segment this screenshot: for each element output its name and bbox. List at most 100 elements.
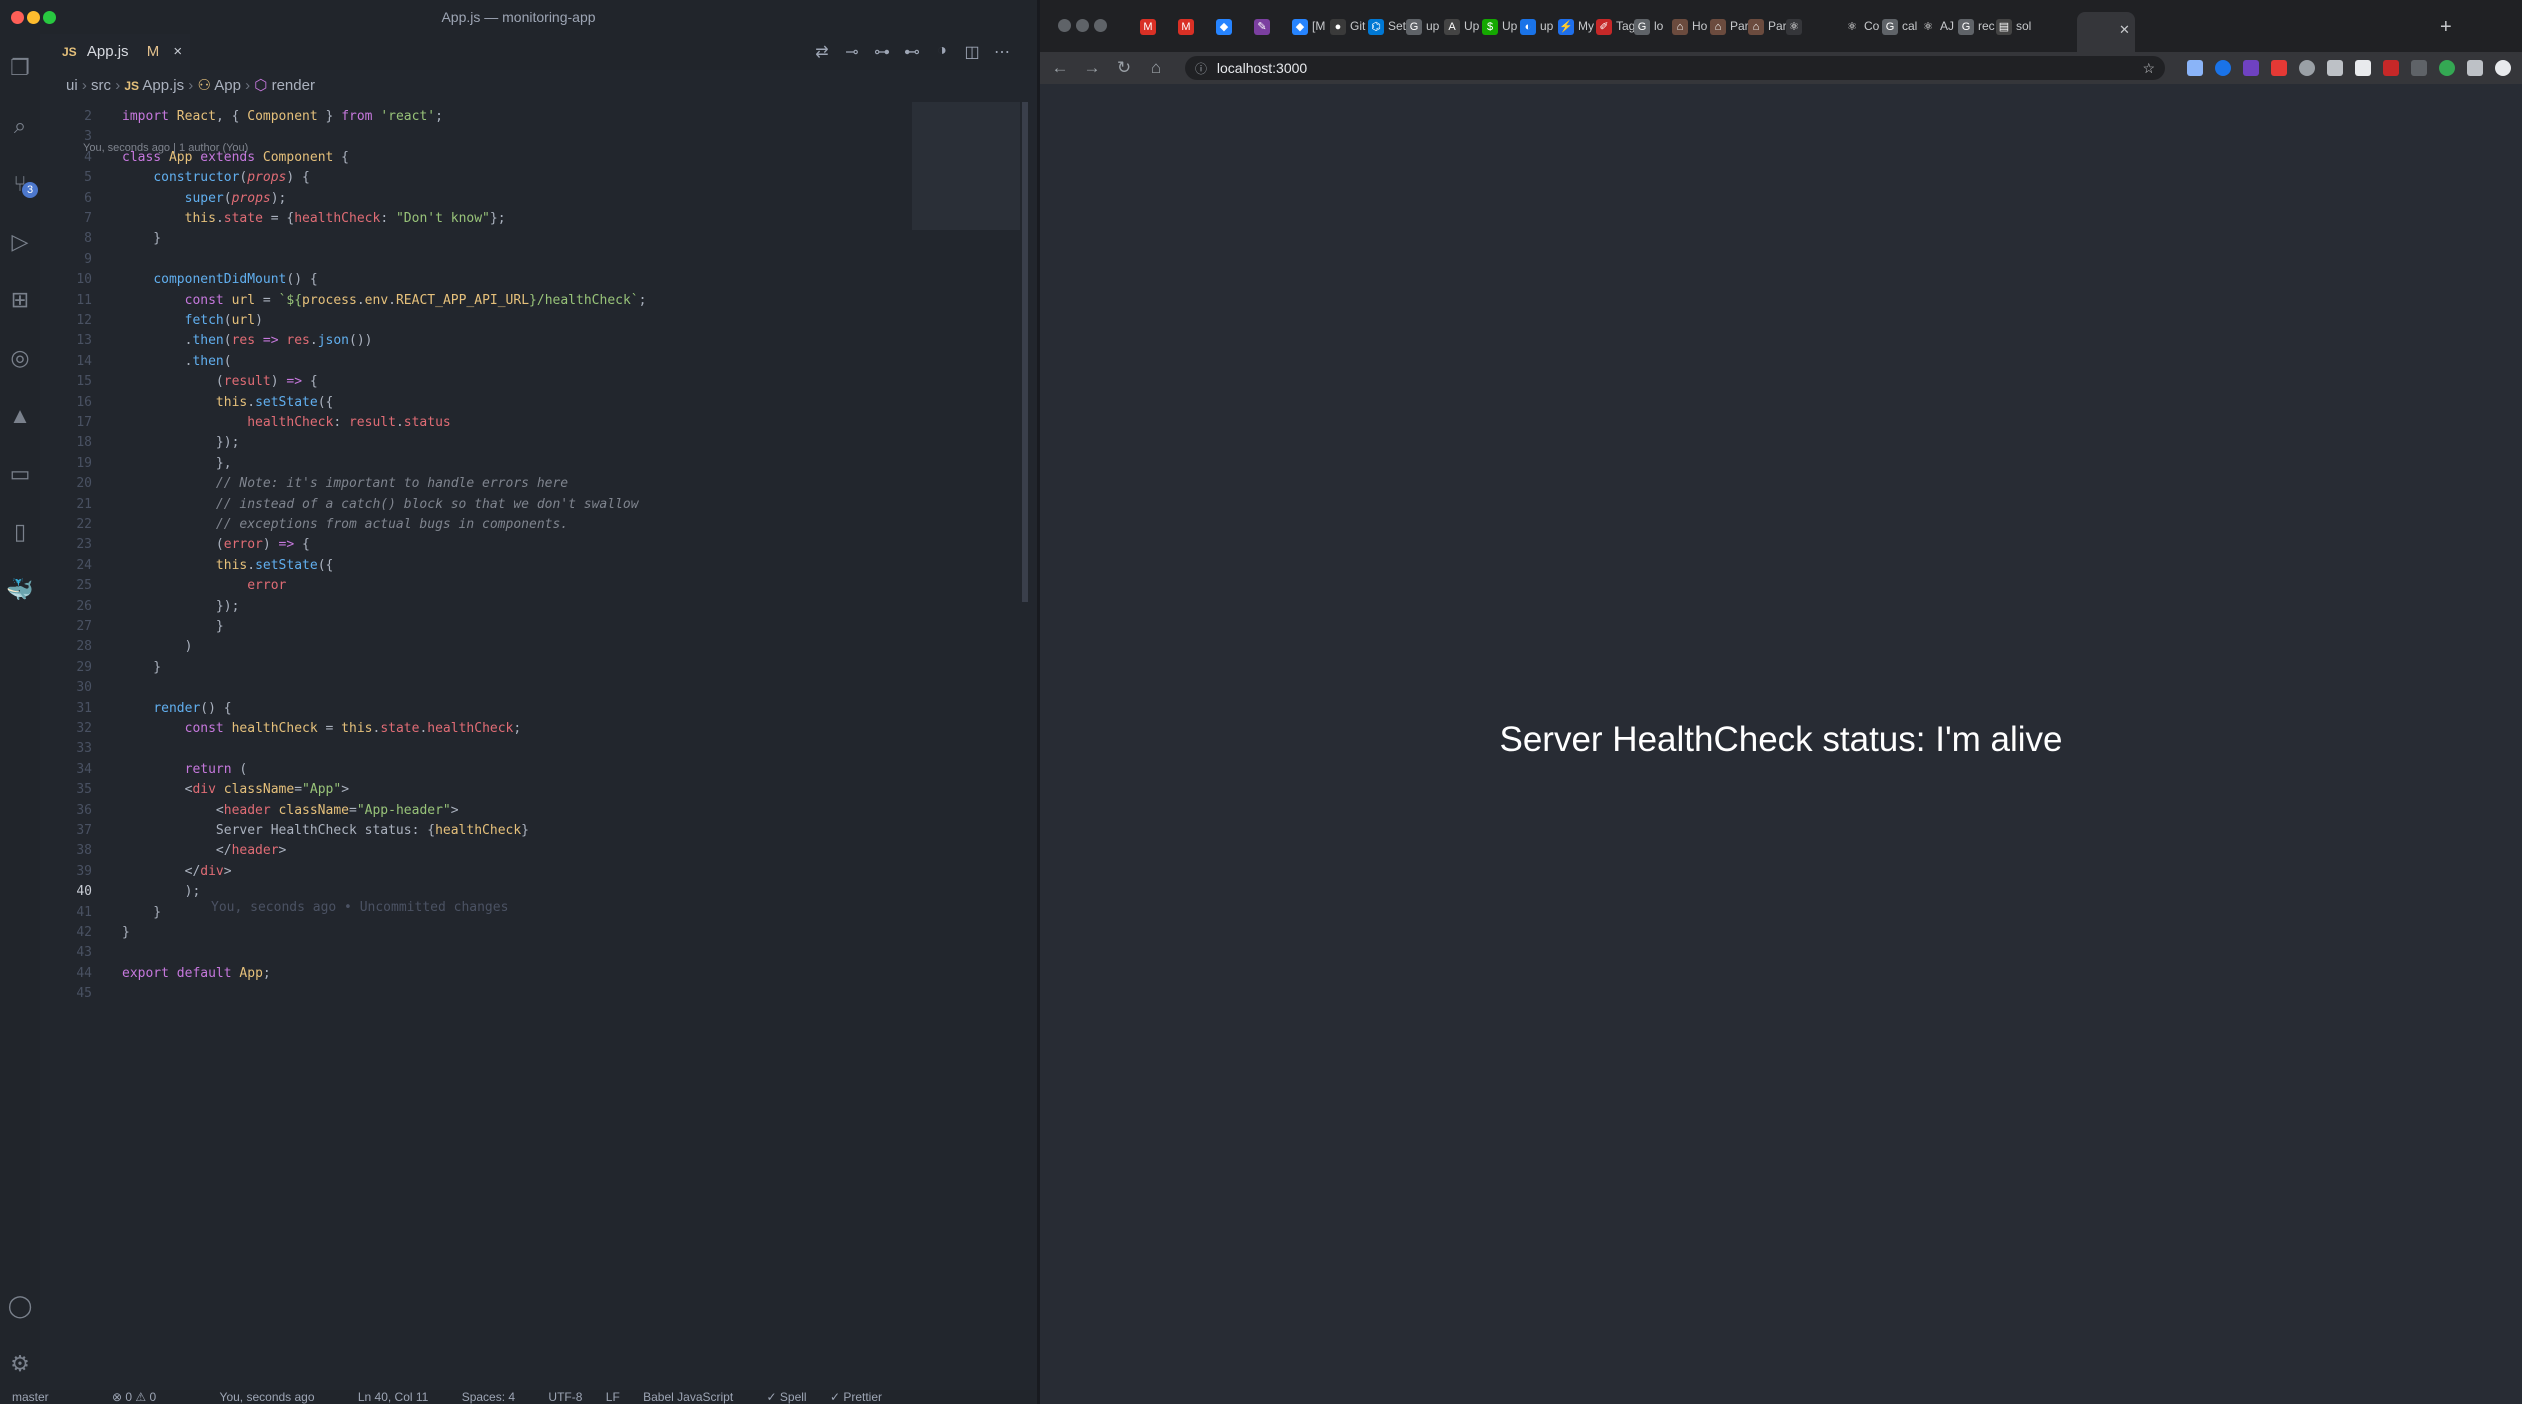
extension-icon[interactable]	[2411, 60, 2427, 76]
extension-icon[interactable]	[2467, 60, 2483, 76]
browser-tab[interactable]: ⚛ Co	[1844, 16, 1880, 40]
extension-icon[interactable]	[2215, 60, 2231, 76]
search-icon[interactable]: ⌕	[6, 112, 34, 140]
code-line[interactable]: 18 });	[40, 433, 239, 453]
indentation[interactable]: Spaces: 4	[462, 1390, 515, 1404]
browser-tab[interactable]: ● Git	[1330, 16, 1366, 40]
encoding[interactable]: UTF-8	[548, 1390, 582, 1404]
code-line[interactable]: 16 this.setState({	[40, 393, 333, 413]
browser-tab[interactable]: A Up	[1444, 16, 1480, 40]
code-line[interactable]: 36 <header className="App-header">	[40, 801, 458, 821]
breadcrumb-ui[interactable]: ui	[66, 77, 78, 94]
code-line[interactable]: 28 )	[40, 637, 192, 657]
minimap[interactable]	[912, 102, 1020, 230]
code-line[interactable]: 39 </div>	[40, 862, 231, 882]
cursor-position[interactable]: Ln 40, Col 11	[358, 1390, 429, 1404]
browser-tab[interactable]: ⌂ Par	[1710, 16, 1749, 40]
extension-icon[interactable]	[2299, 60, 2315, 76]
back-icon[interactable]: ←	[1048, 56, 1072, 80]
profile-avatar[interactable]	[2495, 60, 2511, 76]
code-line[interactable]: 2 import React, { Component } from 'react…	[40, 107, 443, 127]
code-line[interactable]: 17 healthCheck: result.status	[40, 413, 450, 433]
code-line[interactable]: 30	[40, 678, 122, 698]
code-line[interactable]: 9	[40, 250, 122, 270]
run-debug-icon[interactable]: ▷	[6, 228, 34, 256]
maximize-window-button[interactable]	[43, 11, 56, 24]
code-line[interactable]: 41 }	[40, 903, 161, 923]
bookmark-star-icon[interactable]: ☆	[2142, 56, 2155, 80]
extension-icon[interactable]	[2327, 60, 2343, 76]
tab-close-icon[interactable]: ×	[173, 43, 182, 60]
code-line[interactable]: 22 // exceptions from actual bugs in com…	[40, 515, 568, 535]
code-line[interactable]: 6 super(props);	[40, 189, 286, 209]
code-line[interactable]: 45	[40, 984, 122, 1004]
git-codelens[interactable]: You, seconds ago | 1 author (You)	[83, 142, 248, 154]
browser-tab[interactable]: ▤ sol	[1996, 16, 2032, 40]
explorer-icon[interactable]: ❐	[6, 54, 34, 82]
code-line[interactable]: 29 }	[40, 658, 161, 678]
browser-tab[interactable]: Grec	[1958, 16, 1995, 40]
code-line[interactable]: 44 export default App;	[40, 964, 270, 984]
browser-tab[interactable]: ✐ Tag	[1596, 16, 1635, 40]
browser-tab[interactable]: ⚛	[1786, 16, 1822, 40]
azure-icon[interactable]: ▲	[6, 402, 34, 430]
extension-icon[interactable]	[2243, 60, 2259, 76]
new-tab-icon[interactable]: +	[2440, 16, 2452, 39]
close-window-button[interactable]	[1058, 19, 1071, 32]
code-editor[interactable]: 2 import React, { Component } from 'react…	[40, 102, 1030, 1382]
code-line[interactable]: 11 const url = `${process.env.REACT_APP_…	[40, 291, 646, 311]
bookmarks-icon[interactable]: ▯	[6, 518, 34, 546]
code-line[interactable]: 5 constructor(props) {	[40, 168, 310, 188]
language-mode[interactable]: Babel JavaScript	[643, 1390, 733, 1404]
breadcrumb-src[interactable]: src	[91, 77, 111, 94]
code-line[interactable]: 13 .then(res => res.json())	[40, 331, 372, 351]
blame-indicator[interactable]: You, seconds ago	[220, 1390, 315, 1404]
breadcrumb-class[interactable]: App	[214, 77, 241, 94]
extension-icon[interactable]	[2355, 60, 2371, 76]
code-line[interactable]: 20 // Note: it's important to handle err…	[40, 474, 568, 494]
editor-scrollbar[interactable]	[1022, 102, 1028, 602]
code-line[interactable]: 27 }	[40, 617, 223, 637]
split-editor-icon[interactable]: ◫	[962, 42, 982, 62]
api-icon[interactable]: ▭	[6, 460, 34, 488]
browser-tab[interactable]: ◆ [M	[1292, 16, 1328, 40]
next-change-icon[interactable]: ⊷	[902, 42, 922, 62]
browser-tab[interactable]: Gup	[1406, 16, 1442, 40]
tab-app-js[interactable]: JS App.js M ×	[40, 34, 190, 70]
code-line[interactable]: 38 </header>	[40, 841, 286, 861]
reload-icon[interactable]: ↻	[1112, 56, 1136, 80]
code-line[interactable]: 34 return (	[40, 760, 247, 780]
active-tab[interactable]: ✕	[2077, 12, 2135, 52]
code-line[interactable]: 31 render() {	[40, 699, 231, 719]
extensions-icon[interactable]: ⊞	[6, 286, 34, 314]
prettier-indicator[interactable]: ✓ Prettier	[830, 1390, 882, 1404]
breadcrumb-method[interactable]: render	[272, 77, 315, 94]
browser-tab[interactable]: ◐ up	[1520, 16, 1556, 40]
home-icon[interactable]: ⌂	[1144, 56, 1168, 80]
browser-tab[interactable]: Gcal	[1882, 16, 1918, 40]
browser-tab[interactable]: ⚡ My	[1558, 16, 1594, 40]
minimize-window-button[interactable]	[27, 11, 40, 24]
extension-icon[interactable]	[2187, 60, 2203, 76]
extension-icon[interactable]	[2383, 60, 2399, 76]
code-line[interactable]: 15 (result) => {	[40, 372, 317, 392]
code-line[interactable]: 35 <div className="App">	[40, 780, 349, 800]
git-commit-icon[interactable]: ⊸	[842, 42, 862, 62]
forward-icon[interactable]: →	[1080, 56, 1104, 80]
code-line[interactable]: 14 .then(	[40, 352, 231, 372]
code-line[interactable]: 10 componentDidMount() {	[40, 270, 317, 290]
open-changes-icon[interactable]: ⇄	[812, 42, 832, 62]
tab-close-icon[interactable]: ✕	[2119, 22, 2130, 38]
code-line[interactable]: 43	[40, 943, 122, 963]
settings-gear-icon[interactable]: ⚙	[6, 1350, 34, 1378]
spell-indicator[interactable]: ✓ Spell	[767, 1390, 807, 1404]
address-bar[interactable]: ⓘ localhost:3000 ☆	[1185, 56, 2165, 80]
code-line[interactable]: 33	[40, 739, 122, 759]
code-line[interactable]: 12 fetch(url)	[40, 311, 263, 331]
account-icon[interactable]: ◯	[6, 1292, 34, 1320]
code-line[interactable]: 24 this.setState({	[40, 556, 333, 576]
browser-tab[interactable]: ✎	[1254, 16, 1290, 40]
breadcrumb-file[interactable]: App.js	[142, 77, 184, 94]
code-line[interactable]: 32 const healthCheck = this.state.health…	[40, 719, 521, 739]
code-line[interactable]: 21 // instead of a catch() block so that…	[40, 495, 638, 515]
